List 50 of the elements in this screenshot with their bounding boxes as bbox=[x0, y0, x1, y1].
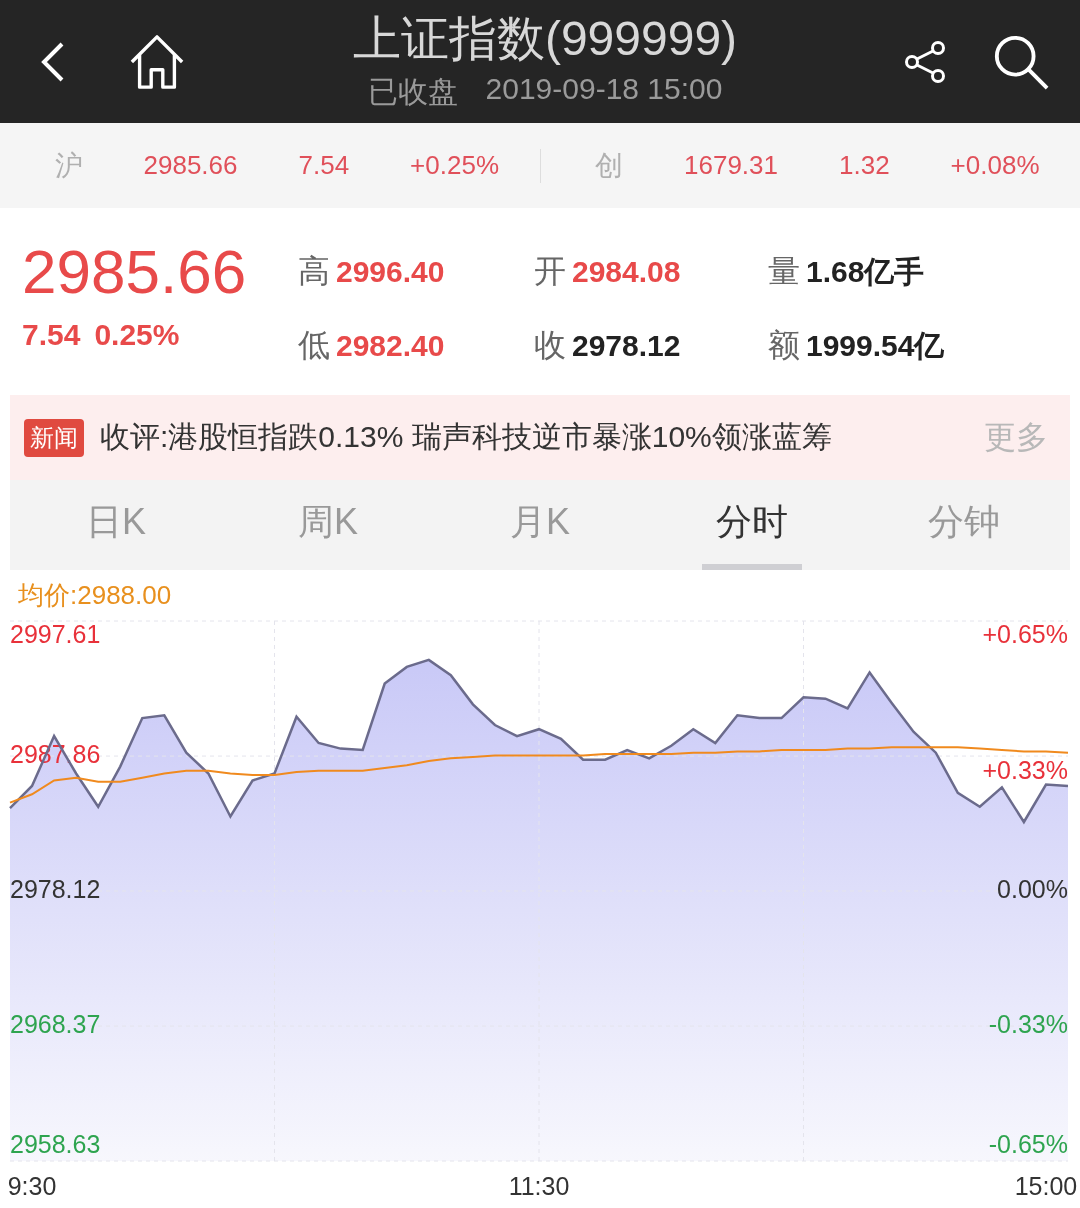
axis-label: +0.65% bbox=[982, 620, 1068, 648]
stat-label: 开 bbox=[534, 252, 566, 291]
more-link[interactable]: 更多 bbox=[984, 415, 1048, 460]
stat-label: 收 bbox=[534, 326, 566, 365]
axis-label: +0.33% bbox=[982, 755, 1068, 784]
index-value: 2985.66 bbox=[143, 150, 238, 181]
stat-label: 量 bbox=[768, 252, 800, 291]
index-value: 1.32 bbox=[839, 150, 890, 181]
index-value: +0.08% bbox=[950, 150, 1040, 181]
axis-label: 15:00 bbox=[1014, 1171, 1078, 1200]
index-name: 沪 bbox=[54, 148, 83, 183]
stat-label: 高 bbox=[298, 252, 330, 291]
chart-tab[interactable]: 月K bbox=[496, 480, 584, 570]
stat-value: 2996.40 bbox=[336, 255, 445, 289]
axis-label: 2997.61 bbox=[10, 620, 101, 648]
axis-label: 2968.37 bbox=[10, 1009, 101, 1038]
news-headline: 收评:港股恒指跌0.13% 瑞声科技逆市暴涨10%领涨蓝筹 bbox=[100, 419, 833, 455]
average-price: 均价:2988.00 bbox=[18, 578, 172, 612]
axis-label: 9:30 bbox=[7, 1171, 57, 1200]
window-title: 上证指数(999999) bbox=[352, 11, 738, 67]
stat-value: 2982.40 bbox=[336, 329, 445, 363]
axis-label: 2978.12 bbox=[10, 874, 101, 903]
share-icon[interactable] bbox=[904, 39, 948, 84]
axis-label: 11:30 bbox=[508, 1171, 570, 1200]
index-value: +0.25% bbox=[410, 150, 499, 181]
stat-value: 2984.08 bbox=[572, 255, 681, 289]
chart-tab[interactable]: 周K bbox=[284, 480, 372, 570]
index-value: 7.54 bbox=[298, 150, 350, 181]
market-status: 已收盘 bbox=[367, 74, 458, 110]
current-price: 2985.66 bbox=[22, 236, 248, 308]
stat-label: 额 bbox=[768, 326, 800, 365]
stat-value: 1999.54亿 bbox=[806, 328, 945, 364]
stat-value: 1.68亿手 bbox=[806, 254, 925, 290]
axis-label: 2958.63 bbox=[10, 1129, 101, 1158]
index-name: 创 bbox=[595, 148, 623, 183]
timestamp: 2019-09-18 15:00 bbox=[485, 72, 723, 107]
chart-tab[interactable]: 日K bbox=[72, 480, 160, 570]
price-change: 7.54 bbox=[22, 318, 81, 352]
chart-tab[interactable]: 分时 bbox=[702, 480, 802, 570]
home-icon[interactable] bbox=[128, 32, 186, 91]
change-percent: 0.25% bbox=[94, 318, 180, 352]
stat-value: 2978.12 bbox=[572, 329, 681, 363]
axis-label: -0.33% bbox=[988, 1009, 1068, 1038]
axis-label: 0.00% bbox=[997, 874, 1068, 903]
news-tag: 新闻 bbox=[24, 418, 84, 457]
news-bar[interactable]: 新闻 收评:港股恒指跌0.13% 瑞声科技逆市暴涨10%领涨蓝筹 更多 bbox=[10, 395, 1070, 480]
stat-label: 低 bbox=[298, 326, 330, 365]
index-value: 1679.31 bbox=[684, 150, 778, 181]
chart-tab[interactable]: 分钟 bbox=[914, 480, 1014, 570]
axis-label: -0.65% bbox=[988, 1129, 1068, 1158]
